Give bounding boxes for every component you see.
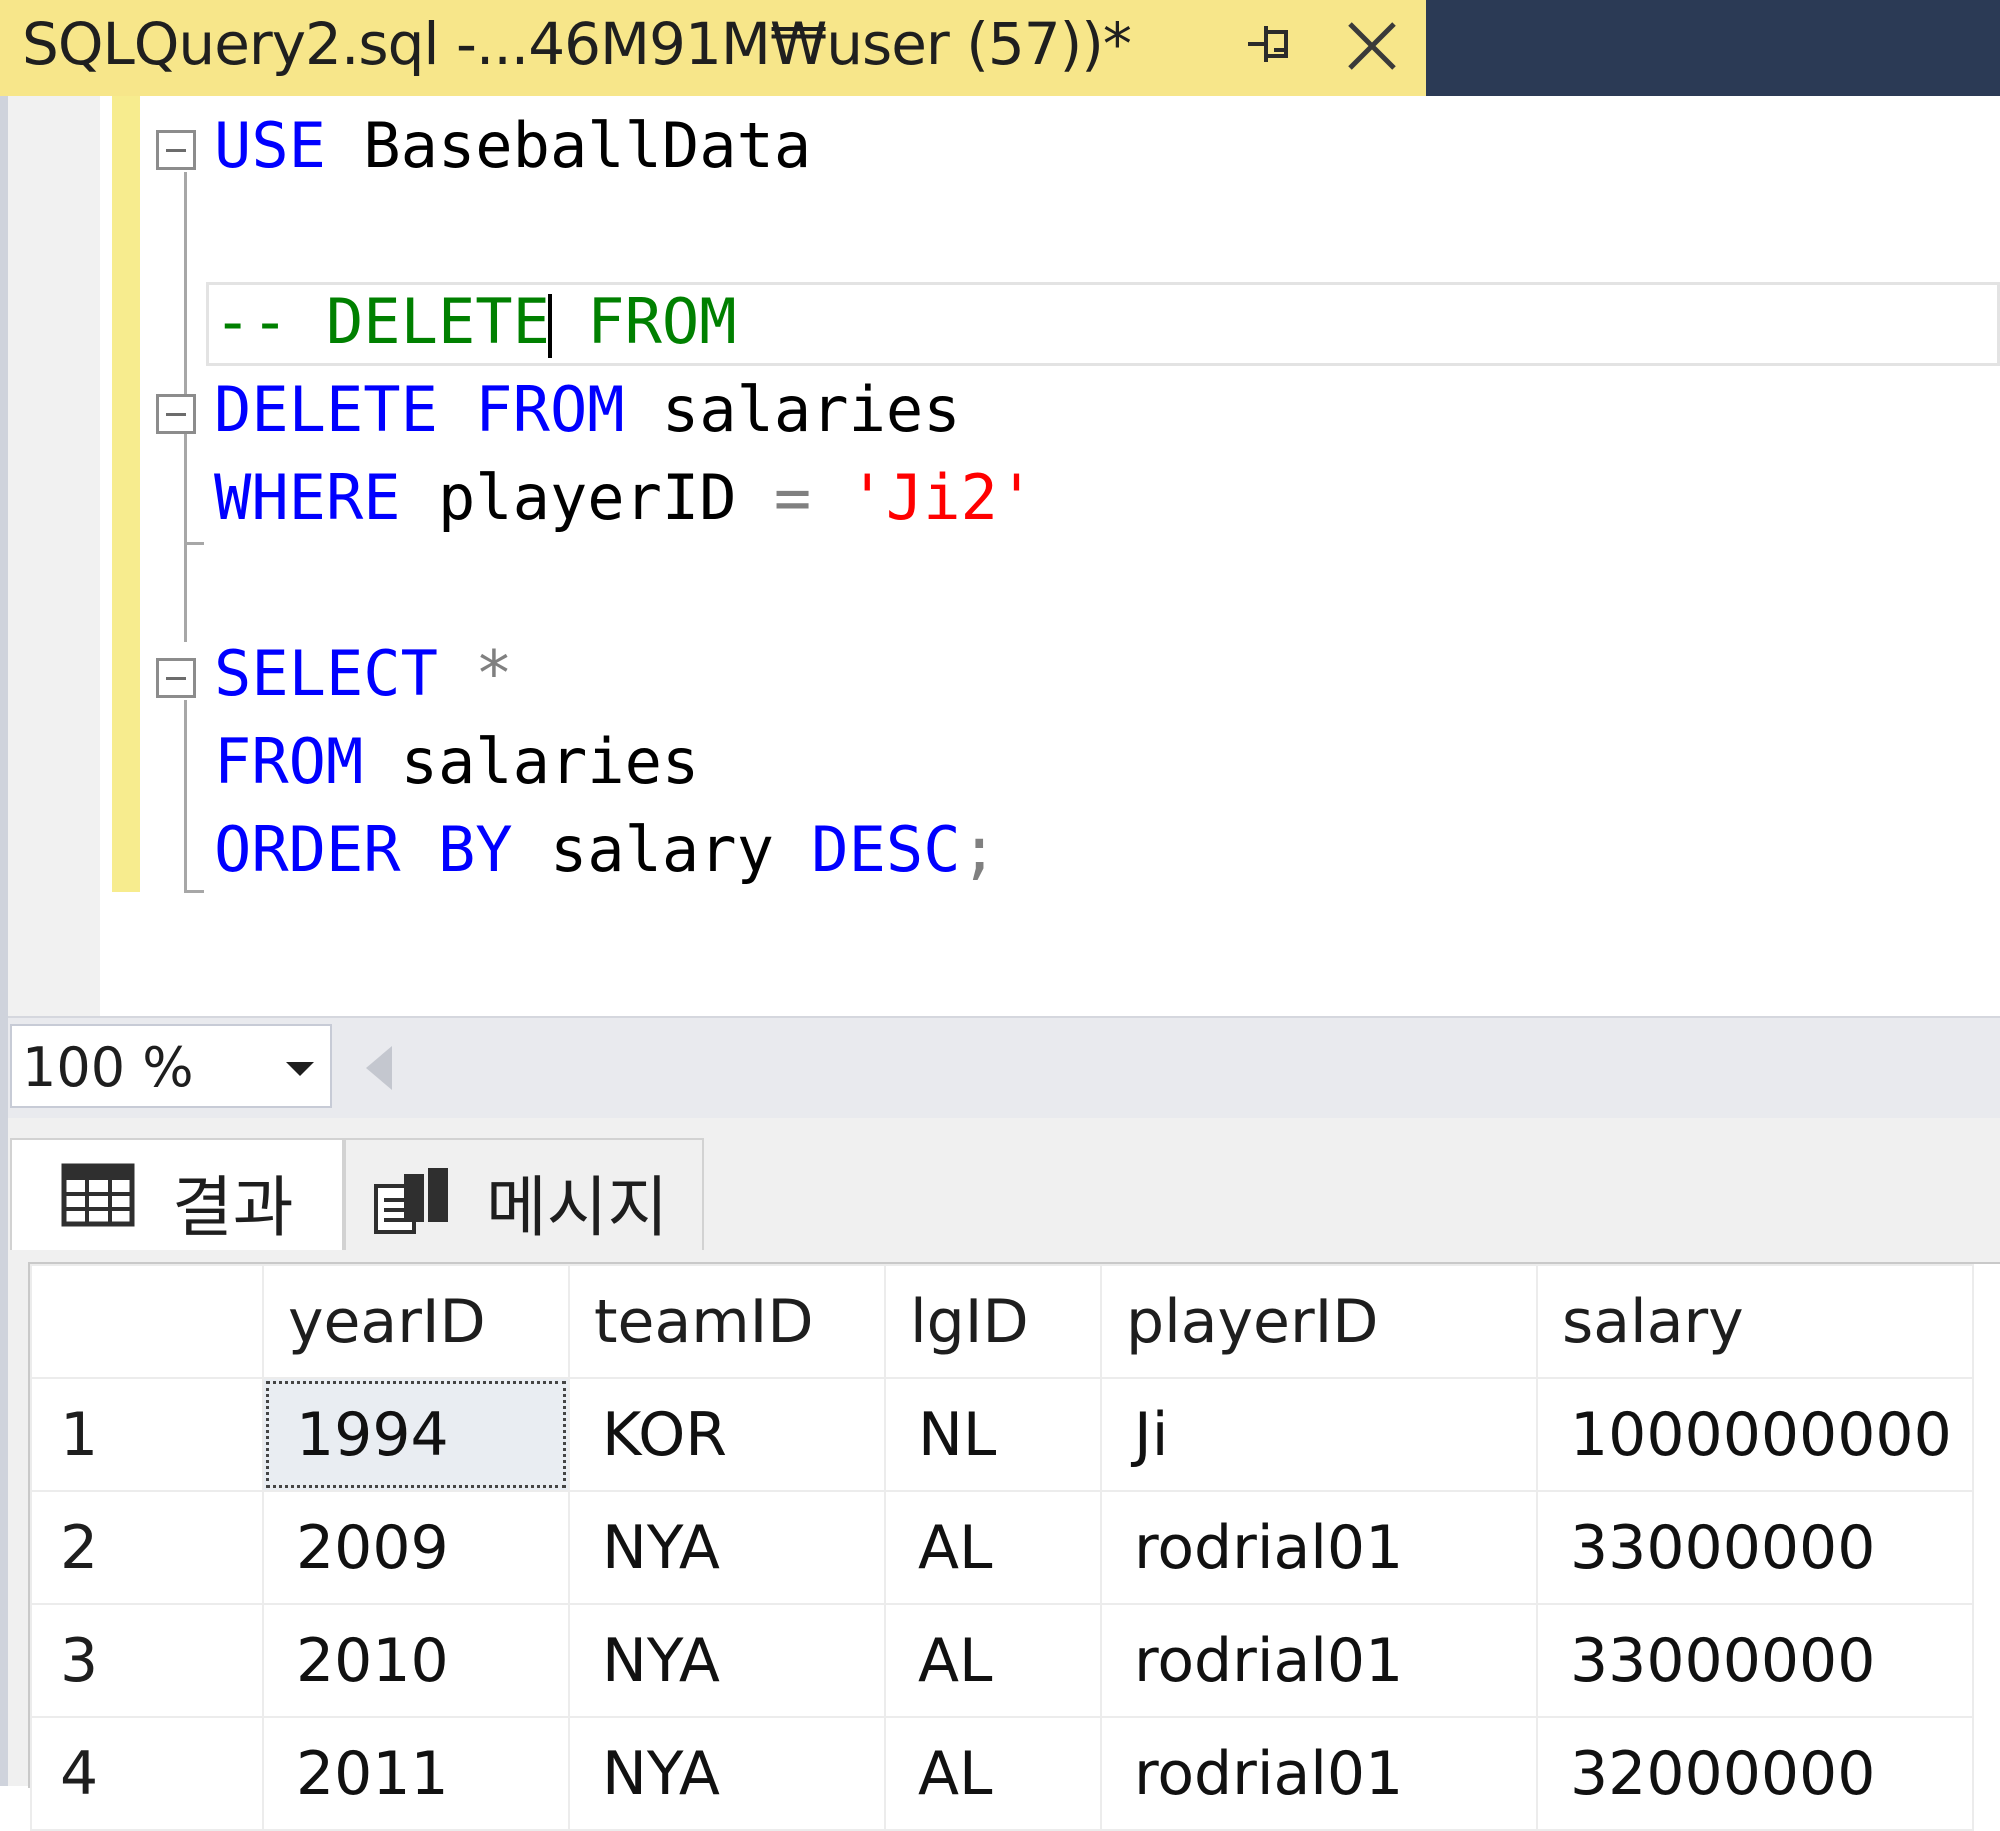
code-token: SELECT	[214, 637, 438, 710]
outline-end-tick	[184, 890, 204, 893]
outline-line	[184, 544, 187, 642]
collapse-icon[interactable]	[156, 130, 196, 170]
pin-icon[interactable]	[1240, 14, 1300, 78]
code-token: *	[475, 637, 513, 710]
cell-playerid[interactable]: rodrial01	[1100, 1603, 1538, 1718]
cell-teamid[interactable]: KOR	[568, 1377, 886, 1492]
cell-teamid[interactable]: NYA	[568, 1716, 886, 1831]
zoom-dropdown[interactable]: 100 %	[10, 1024, 332, 1108]
row-number[interactable]: 3	[30, 1603, 264, 1718]
code-token: DESC	[811, 813, 961, 886]
code-line[interactable]: FROM salaries	[214, 722, 699, 802]
cell-salary[interactable]: 1000000000	[1536, 1377, 1974, 1492]
document-tab-bar: SQLQuery2.sql -...46M91M₩user (57))*	[0, 0, 2000, 96]
code-token: BY	[437, 813, 513, 886]
cell-lgid[interactable]: AL	[884, 1490, 1102, 1605]
code-token: salary	[512, 813, 812, 886]
code-token: WHERE	[214, 461, 401, 534]
tab-results[interactable]: 결과	[10, 1138, 344, 1250]
editor-gutter	[8, 96, 100, 1016]
code-token: salaries	[624, 373, 961, 446]
column-header-salary[interactable]: salary	[1536, 1264, 1974, 1379]
outline-line	[184, 700, 187, 892]
row-number-header[interactable]	[30, 1264, 264, 1379]
code-token: BaseballData	[325, 109, 812, 182]
cell-salary[interactable]: 32000000	[1536, 1716, 1974, 1831]
document-tab-title[interactable]: SQLQuery2.sql -...46M91M₩user (57))*	[22, 10, 1132, 78]
outline-line	[184, 452, 187, 544]
collapse-icon[interactable]	[156, 658, 196, 698]
code-token: DELETE	[214, 373, 438, 446]
cell-teamid[interactable]: NYA	[568, 1603, 886, 1718]
cell-lgid[interactable]: AL	[884, 1603, 1102, 1718]
tab-results-label: 결과	[172, 1169, 294, 1246]
messages-icon	[370, 1164, 454, 1241]
code-token: 'Ji2'	[848, 461, 1036, 534]
code-token: FROM	[475, 373, 625, 446]
code-line[interactable]: ORDER BY salary DESC;	[214, 810, 998, 890]
code-token: -- DELETE	[214, 285, 550, 358]
cell-playerid[interactable]: Ji	[1100, 1377, 1538, 1492]
code-line[interactable]: USE BaseballData	[214, 106, 811, 186]
cell-yearid[interactable]: 2011	[262, 1716, 570, 1831]
table-row[interactable]: 2 2009 NYA AL rodrial01 33000000	[30, 1490, 1974, 1605]
window-left-border	[0, 96, 8, 1786]
change-tracking-bar	[112, 96, 140, 892]
cell-yearid[interactable]: 2009	[262, 1490, 570, 1605]
code-line[interactable]: -- DELETE FROM	[214, 282, 737, 362]
document-tab[interactable]: SQLQuery2.sql -...46M91M₩user (57))*	[0, 0, 1426, 96]
row-number[interactable]: 2	[30, 1490, 264, 1605]
cell-lgid[interactable]: NL	[884, 1377, 1102, 1492]
collapse-icon[interactable]	[156, 394, 196, 434]
table-row[interactable]: 4 2011 NYA AL rodrial01 32000000	[30, 1716, 1974, 1831]
cell-yearid[interactable]: 2010	[262, 1603, 570, 1718]
code-token: =	[773, 461, 812, 534]
cell-lgid[interactable]: AL	[884, 1716, 1102, 1831]
table-row[interactable]: 1 1994 KOR NL Ji 1000000000	[30, 1377, 1974, 1492]
code-token: ORDER	[214, 813, 401, 886]
code-token: FROM	[549, 285, 737, 358]
cell-salary[interactable]: 33000000	[1536, 1490, 1974, 1605]
tab-messages[interactable]: 메시지	[344, 1138, 704, 1250]
results-grid[interactable]: yearID teamID lgID playerID salary 1 199…	[30, 1264, 1974, 1831]
scroll-left-icon[interactable]	[366, 1046, 392, 1090]
cell-teamid[interactable]: NYA	[568, 1490, 886, 1605]
grid-header-row: yearID teamID lgID playerID salary	[30, 1264, 1974, 1379]
column-header-lgid[interactable]: lgID	[884, 1264, 1102, 1379]
row-number[interactable]: 4	[30, 1716, 264, 1831]
outline-end-tick	[184, 542, 204, 545]
table-row[interactable]: 3 2010 NYA AL rodrial01 33000000	[30, 1603, 1974, 1718]
code-token: FROM	[214, 725, 364, 798]
code-line[interactable]: SELECT *	[214, 634, 513, 714]
close-icon[interactable]	[1336, 10, 1408, 82]
column-header-yearid[interactable]: yearID	[262, 1264, 570, 1379]
grid-icon	[60, 1162, 136, 1233]
zoom-value: 100 %	[22, 1036, 194, 1099]
tab-messages-label: 메시지	[486, 1169, 669, 1246]
row-number[interactable]: 1	[30, 1377, 264, 1492]
code-token: USE	[214, 109, 326, 182]
cell-playerid[interactable]: rodrial01	[1100, 1716, 1538, 1831]
cell-salary[interactable]: 33000000	[1536, 1603, 1974, 1718]
code-line[interactable]: DELETE FROM salaries	[214, 370, 961, 450]
code-token: playerID	[400, 461, 774, 534]
code-token: salaries	[363, 725, 700, 798]
code-token: ;	[960, 813, 998, 886]
cell-yearid[interactable]: 1994	[262, 1377, 570, 1492]
column-header-teamid[interactable]: teamID	[568, 1264, 886, 1379]
chevron-down-icon[interactable]	[286, 1062, 314, 1076]
code-line[interactable]: WHERE playerID = 'Ji2'	[214, 458, 1035, 538]
column-header-playerid[interactable]: playerID	[1100, 1264, 1538, 1379]
cell-playerid[interactable]: rodrial01	[1100, 1490, 1538, 1605]
